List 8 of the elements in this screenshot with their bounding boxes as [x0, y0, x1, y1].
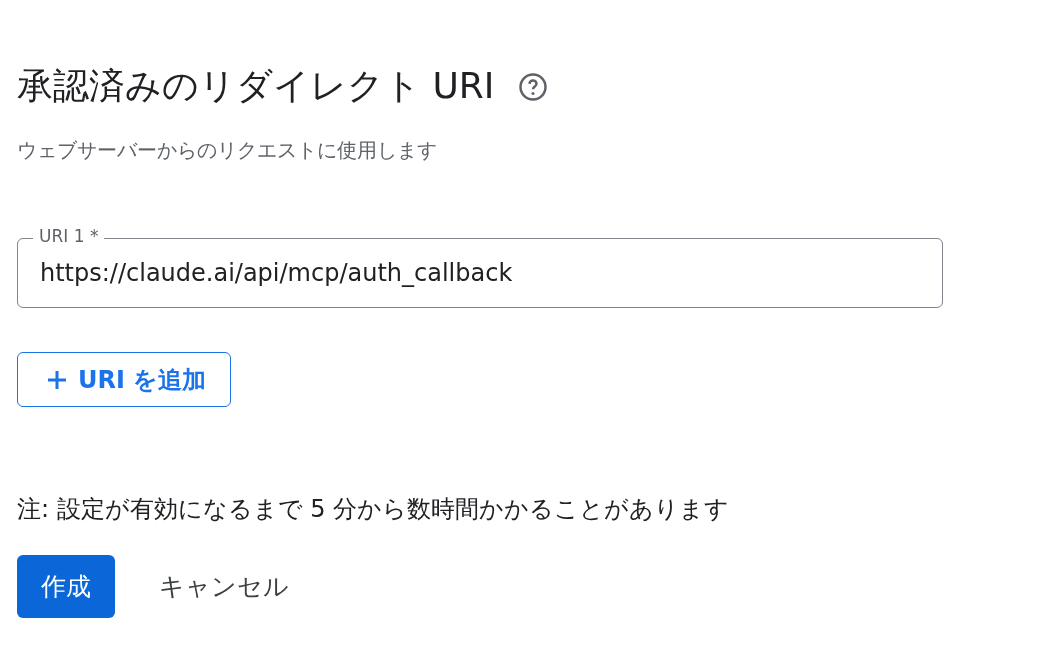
plus-icon [46, 368, 68, 391]
note-text: 注: 設定が有効になるまで 5 分から数時間かかることがあります [17, 494, 731, 525]
help-icon[interactable] [518, 71, 549, 102]
section-description: ウェブサーバーからのリクエストに使用します [17, 137, 438, 164]
create-button[interactable]: 作成 [17, 555, 115, 618]
add-uri-button[interactable]: URI を追加 [17, 352, 232, 407]
section-title: 承認済みのリダイレクト URI [17, 64, 495, 108]
cancel-button[interactable]: キャンセル [135, 555, 313, 618]
